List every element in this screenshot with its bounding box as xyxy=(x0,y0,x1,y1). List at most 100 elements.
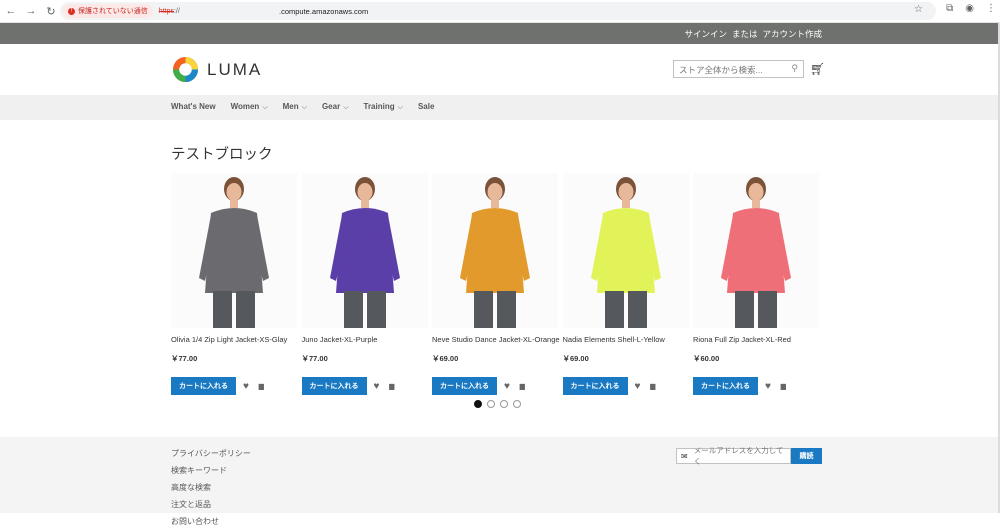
footer-link[interactable]: 検索キーワード xyxy=(171,465,251,476)
product-image[interactable] xyxy=(171,173,297,328)
luma-logo[interactable]: LUMA xyxy=(172,56,262,83)
newsletter-placeholder: メールアドレスを入力してく xyxy=(693,446,784,466)
product-name-link[interactable]: Olivia 1/4 Zip Light Jacket-XS-Glay xyxy=(171,335,297,344)
product-actions: カートに入れる ♥ ▮▮ xyxy=(432,377,558,395)
add-to-cart-button[interactable]: カートに入れる xyxy=(562,377,628,395)
wishlist-heart-icon[interactable]: ♥ xyxy=(243,381,249,392)
carousel-dot[interactable] xyxy=(474,400,482,408)
product-image[interactable] xyxy=(693,173,819,328)
product-image[interactable] xyxy=(562,173,689,328)
address-bar[interactable]: ! 保護されていない通信 https:// .compute.amazonaws… xyxy=(60,2,936,20)
carousel-dot[interactable] xyxy=(500,400,508,408)
search-placeholder: ストア全体から検索... xyxy=(679,65,763,75)
nav-item-label: Training xyxy=(363,102,395,111)
footer-link[interactable]: 高度な検索 xyxy=(171,482,251,493)
product-carousel: Olivia 1/4 Zip Light Jacket-XS-Glay ￥77.0… xyxy=(171,173,823,398)
carousel-dot[interactable] xyxy=(487,400,495,408)
warning-icon: ! xyxy=(68,7,75,15)
nav-item-men[interactable]: Men ⌵ xyxy=(283,102,307,112)
product-price: ￥60.00 xyxy=(693,354,720,363)
compare-chart-icon[interactable]: ▮▮ xyxy=(780,382,787,391)
product-name-link[interactable]: Riona Full Zip Jacket-XL-Red xyxy=(693,335,819,344)
url-host: .compute.amazonaws.com xyxy=(279,6,369,16)
nav-item-what-s-new[interactable]: What's New xyxy=(171,102,216,112)
product-image[interactable] xyxy=(301,173,428,328)
nav-item-women[interactable]: Women ⌵ xyxy=(231,102,268,112)
newsletter-form: ✉ メールアドレスを入力してく 購読 xyxy=(676,446,822,466)
carousel-dot[interactable] xyxy=(513,400,521,408)
extensions-icon[interactable]: ⧉ xyxy=(946,3,953,14)
reload-icon[interactable]: ↻ xyxy=(42,2,60,20)
nav-item-label: Gear xyxy=(321,102,341,111)
luma-logo-icon xyxy=(172,56,199,83)
bookmark-star-icon[interactable]: ☆ xyxy=(914,4,923,15)
nav-item-label: Men xyxy=(282,102,299,111)
wishlist-heart-icon[interactable]: ♥ xyxy=(374,381,380,392)
security-warning-text: 保護されていない通信 xyxy=(78,8,148,15)
product-price: ￥77.00 xyxy=(171,354,198,363)
block-title: テストブロック xyxy=(171,147,273,163)
product-card: Neve Studio Dance Jacket-XL-Orange ￥69.00… xyxy=(432,173,560,395)
signin-link[interactable]: サインイン xyxy=(684,28,727,40)
nav-item-sale[interactable]: Sale xyxy=(418,102,434,112)
product-card: Riona Full Zip Jacket-XL-Red ￥60.00 カートに入れ… xyxy=(693,173,819,395)
product-price: ￥69.00 xyxy=(562,354,589,363)
nav-item-gear[interactable]: Gear ⌵ xyxy=(322,102,349,112)
product-price: ￥77.00 xyxy=(301,354,328,363)
product-actions: カートに入れる ♥ ▮▮ xyxy=(171,377,297,395)
product-name-link[interactable]: Nadia Elements Shell-L-Yellow xyxy=(563,335,689,344)
top-panel: サインイン または アカウント作成 xyxy=(0,23,998,44)
footer-link[interactable]: プライバシーポリシー xyxy=(171,448,251,459)
or-text: または xyxy=(731,29,758,39)
product-price: ￥69.00 xyxy=(432,354,459,363)
site-footer: プライバシーポリシー 検索キーワード 高度な検索注文と返品お問い合わせ ✉ メールア… xyxy=(0,437,998,526)
product-name-link[interactable]: Neve Studio Dance Jacket-XL-Orange xyxy=(432,335,560,344)
add-to-cart-button[interactable]: カートに入れる xyxy=(693,377,758,395)
envelope-icon: ✉ xyxy=(681,451,688,461)
nav-item-label: Sale xyxy=(417,102,435,111)
carousel-dots xyxy=(474,400,521,408)
url-scheme: https xyxy=(158,7,174,15)
cart-icon[interactable]: 🛒︎ xyxy=(810,62,825,76)
product-card: Nadia Elements Shell-L-Yellow ￥69.00 カートに入… xyxy=(562,173,689,395)
main-navigation: What's New Women ⌵ Men ⌵ Gear ⌵ Training ⌵ Sale xyxy=(0,95,998,120)
back-icon[interactable]: ← xyxy=(2,2,20,20)
chevron-down-icon: ⌵ xyxy=(397,104,403,111)
product-actions: カートに入れる ♥ ▮▮ xyxy=(562,377,689,395)
product-actions: カートに入れる ♥ ▮▮ xyxy=(693,377,819,395)
compare-chart-icon[interactable]: ▮▮ xyxy=(258,382,265,391)
footer-link[interactable]: 注文と返品 xyxy=(171,499,251,510)
compare-chart-icon[interactable]: ▮▮ xyxy=(519,382,526,391)
menu-kebab-icon[interactable]: ⋮ xyxy=(986,3,996,14)
compare-chart-icon[interactable]: ▮▮ xyxy=(388,382,395,391)
chevron-down-icon: ⌵ xyxy=(343,104,349,111)
wishlist-heart-icon[interactable]: ♥ xyxy=(504,381,510,392)
nav-item-label: Women xyxy=(230,102,260,111)
security-warning-chip[interactable]: ! 保護されていない通信 xyxy=(63,4,153,18)
product-card: Juno Jacket-XL-Purple ￥77.00 カートに入れる ♥ ▮▮ xyxy=(301,173,428,395)
profile-icon[interactable]: ◉ xyxy=(965,3,974,14)
chevron-down-icon: ⌵ xyxy=(301,104,307,111)
wishlist-heart-icon[interactable]: ♥ xyxy=(635,381,641,392)
subscribe-button[interactable]: 購読 xyxy=(791,448,822,464)
url-scheme-separator: :// xyxy=(173,7,180,15)
footer-link[interactable]: お問い合わせ xyxy=(171,516,251,527)
product-name-link[interactable]: Juno Jacket-XL-Purple xyxy=(302,335,428,344)
create-account-link[interactable]: アカウント作成 xyxy=(762,28,822,40)
add-to-cart-button[interactable]: カートに入れる xyxy=(301,377,367,395)
wishlist-heart-icon[interactable]: ♥ xyxy=(765,381,771,392)
nav-item-training[interactable]: Training ⌵ xyxy=(364,102,403,112)
compare-chart-icon[interactable]: ▮▮ xyxy=(649,382,656,391)
product-card: Olivia 1/4 Zip Light Jacket-XS-Glay ￥77.0… xyxy=(171,173,297,395)
product-actions: カートに入れる ♥ ▮▮ xyxy=(301,377,428,395)
forward-icon[interactable]: → xyxy=(22,2,40,20)
newsletter-email-input[interactable]: ✉ メールアドレスを入力してく xyxy=(676,446,791,466)
browser-toolbar: ← → ↻ ! 保護されていない通信 https:// .compute.ama… xyxy=(0,0,1000,23)
logo-text: LUMA xyxy=(207,59,263,79)
site-header: LUMA ストア全体から検索... ⚲ 🛒︎ xyxy=(0,44,998,95)
add-to-cart-button[interactable]: カートに入れる xyxy=(432,377,497,395)
product-image[interactable] xyxy=(432,173,558,328)
search-icon[interactable]: ⚲ xyxy=(791,63,798,74)
search-input[interactable]: ストア全体から検索... ⚲ xyxy=(673,60,804,78)
add-to-cart-button[interactable]: カートに入れる xyxy=(171,377,236,395)
